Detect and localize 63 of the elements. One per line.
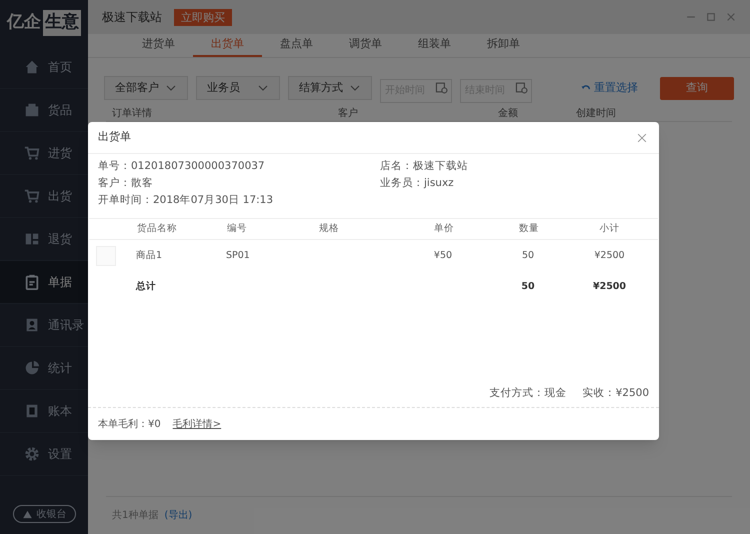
tab[interactable]: 组装单	[400, 34, 469, 57]
dropdown[interactable]: 业务员	[196, 76, 280, 100]
pie-chart-icon	[24, 360, 40, 376]
cart-icon	[24, 145, 40, 161]
contact-card-icon	[24, 317, 40, 333]
table-cell-text: 50	[520, 248, 536, 263]
cashier-button[interactable]: 收银台	[12, 505, 76, 523]
house-icon	[24, 59, 40, 75]
column-header: 数量	[518, 222, 540, 236]
tab[interactable]: 拆卸单	[469, 34, 538, 57]
column-header: 客户	[338, 106, 359, 121]
sidebar-item[interactable]: 单据	[0, 261, 88, 304]
record-count: 共1种单据	[112, 508, 158, 523]
settings-icon	[24, 446, 40, 462]
calendar-icon	[435, 81, 448, 94]
dropdown[interactable]: 结算方式	[288, 76, 372, 100]
info-text: 店名：极速下载站	[380, 159, 468, 174]
export-link[interactable]: (导出)	[164, 508, 192, 523]
buy-button[interactable]: 立即购买	[174, 8, 232, 26]
cart-icon	[24, 188, 40, 204]
profit-details-link[interactable]: 毛利详情>	[172, 416, 222, 432]
query-button[interactable]: 查询	[660, 76, 734, 100]
maximize-icon	[706, 12, 716, 22]
column-header: 订单详情	[112, 106, 153, 121]
shop-name: 极速下载站	[102, 9, 162, 26]
book-icon	[24, 403, 40, 419]
logo-text: 生意	[43, 10, 81, 36]
dialog-title: 出货单	[98, 129, 131, 146]
profit-text: 本单毛利：¥0	[98, 418, 161, 432]
tab[interactable]: 调货单	[331, 34, 400, 57]
column-header: 规格	[319, 222, 340, 236]
boxes-icon	[24, 231, 40, 247]
column-header: 货品名称	[137, 222, 178, 236]
info-text: 业务员：jisuxz	[380, 176, 455, 191]
info-text: 开单时间：2018年07月30日 17:13	[98, 193, 274, 208]
table-cell-text: 商品1	[136, 248, 164, 263]
column-header: 单价	[433, 222, 455, 236]
logo-text: 亿企	[7, 11, 41, 34]
close-icon	[726, 12, 736, 22]
calendar-icon	[515, 81, 528, 94]
tab[interactable]: 进货单	[124, 34, 193, 57]
table-cell-text: ¥2500	[592, 280, 628, 294]
column-header: 小计	[598, 222, 620, 236]
column-header: 金额	[498, 106, 519, 121]
amount-received: 实收：¥2500	[582, 386, 649, 401]
clipboard-icon	[24, 274, 40, 290]
tab[interactable]: 盘点单	[262, 34, 331, 57]
table-cell-text: SP01	[226, 248, 251, 263]
payment-method: 支付方式：现金	[490, 386, 567, 401]
column-header: 编号	[227, 222, 248, 236]
dropdown[interactable]: 全部客户	[104, 76, 188, 100]
reset-link[interactable]: 重置选择	[581, 80, 638, 96]
tab[interactable]: 出货单	[193, 34, 262, 57]
info-text: 客户：散客	[98, 176, 154, 191]
table-cell-text: ¥50	[432, 248, 454, 263]
table-cell-text: 50	[520, 280, 536, 294]
column-header: 创建时间	[576, 106, 617, 121]
info-text: 单号：01201807300000370037	[98, 159, 266, 174]
cashier-icon	[22, 508, 32, 520]
total-label: 总计	[136, 280, 157, 294]
table-cell-text: ¥2500	[593, 248, 626, 263]
box-icon	[24, 102, 40, 118]
close-icon	[637, 132, 647, 142]
